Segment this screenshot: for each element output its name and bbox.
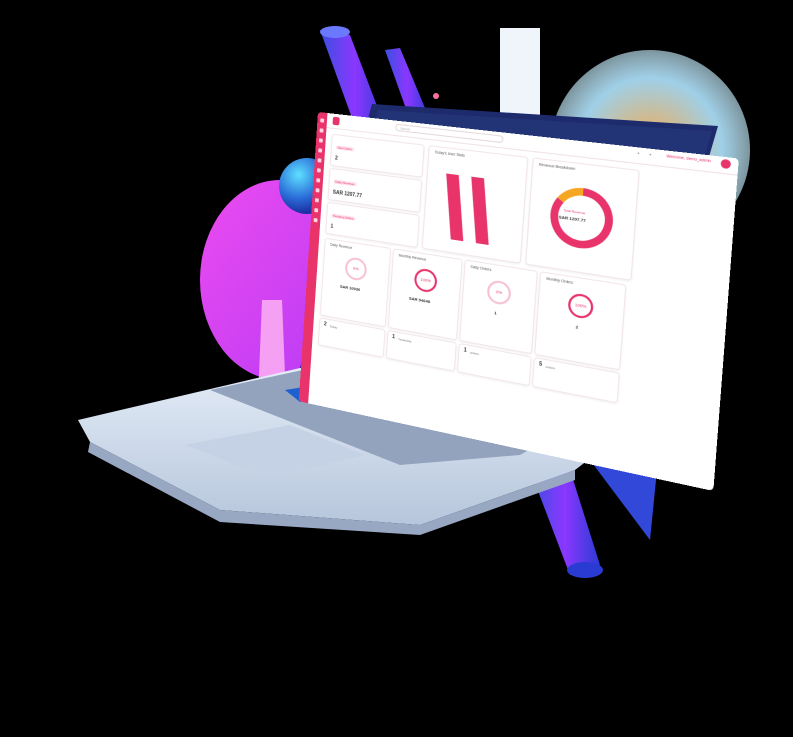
revenue-donut-card: Revenue Breakdown Total Revenue SAR 1207… [525,157,640,281]
monthly-revenue-card: Monthly Revenue 100% SAR 54648 [387,248,463,341]
progress-ring: 0% [486,279,512,307]
sidebar-item-home[interactable] [320,118,325,123]
avatar[interactable] [720,158,732,170]
sidebar-item-coupons[interactable] [316,178,321,183]
bar [446,173,464,242]
count-label: Today [329,324,338,330]
count-label: orders [469,350,480,357]
progress-ring: 100% [567,292,595,321]
card-value: 1 [494,310,497,316]
card-title: Monthly Revenue [398,253,427,262]
stat-label: New Users [335,145,354,152]
daily-orders-card: Daily Orders 0% 1 [459,259,538,355]
cart-icon[interactable]: • [649,152,655,159]
card-title: Monthly Orders [546,276,574,286]
ball-pink-3 [433,93,439,99]
card-title: Daily Revenue [330,242,353,251]
card-value: SAR 54648 [408,295,431,305]
stat-label: Daily Revenue [333,179,357,187]
chart-title: Today's User Stats [434,150,465,158]
monthly-orders-card: Monthly Orders 100% 2 [534,271,627,371]
progress-ring: 0% [344,256,368,282]
welcome-text: Welcome, demo_admin [666,153,712,164]
daily-revenue-card: Daily Revenue 0% SAR 10936 [319,237,392,328]
stat-label: Pending Orders [331,213,356,222]
bar [471,176,489,246]
user-stats-chart: Today's User Stats [421,145,529,264]
sidebar-item-customers[interactable] [318,148,323,153]
logo-icon [332,116,340,126]
donut-slice [561,189,584,203]
sidebar-item-reviews[interactable] [315,188,320,193]
sidebar-item-payments[interactable] [316,168,321,173]
sidebar-item-reports[interactable] [317,158,322,163]
sidebar-item-products[interactable] [318,138,323,143]
card-title: Daily Orders [470,264,492,273]
count-label: orders [545,364,556,371]
card-value: SAR 10936 [339,283,361,293]
progress-ring: 100% [413,267,438,294]
sidebar-item-orders[interactable] [319,128,324,133]
bell-icon[interactable]: • [637,151,643,158]
card-value: 2 [575,323,579,330]
sidebar-item-users[interactable] [314,207,319,213]
sidebar-item-settings[interactable] [314,198,319,203]
sidebar-item-logout[interactable] [313,217,318,223]
